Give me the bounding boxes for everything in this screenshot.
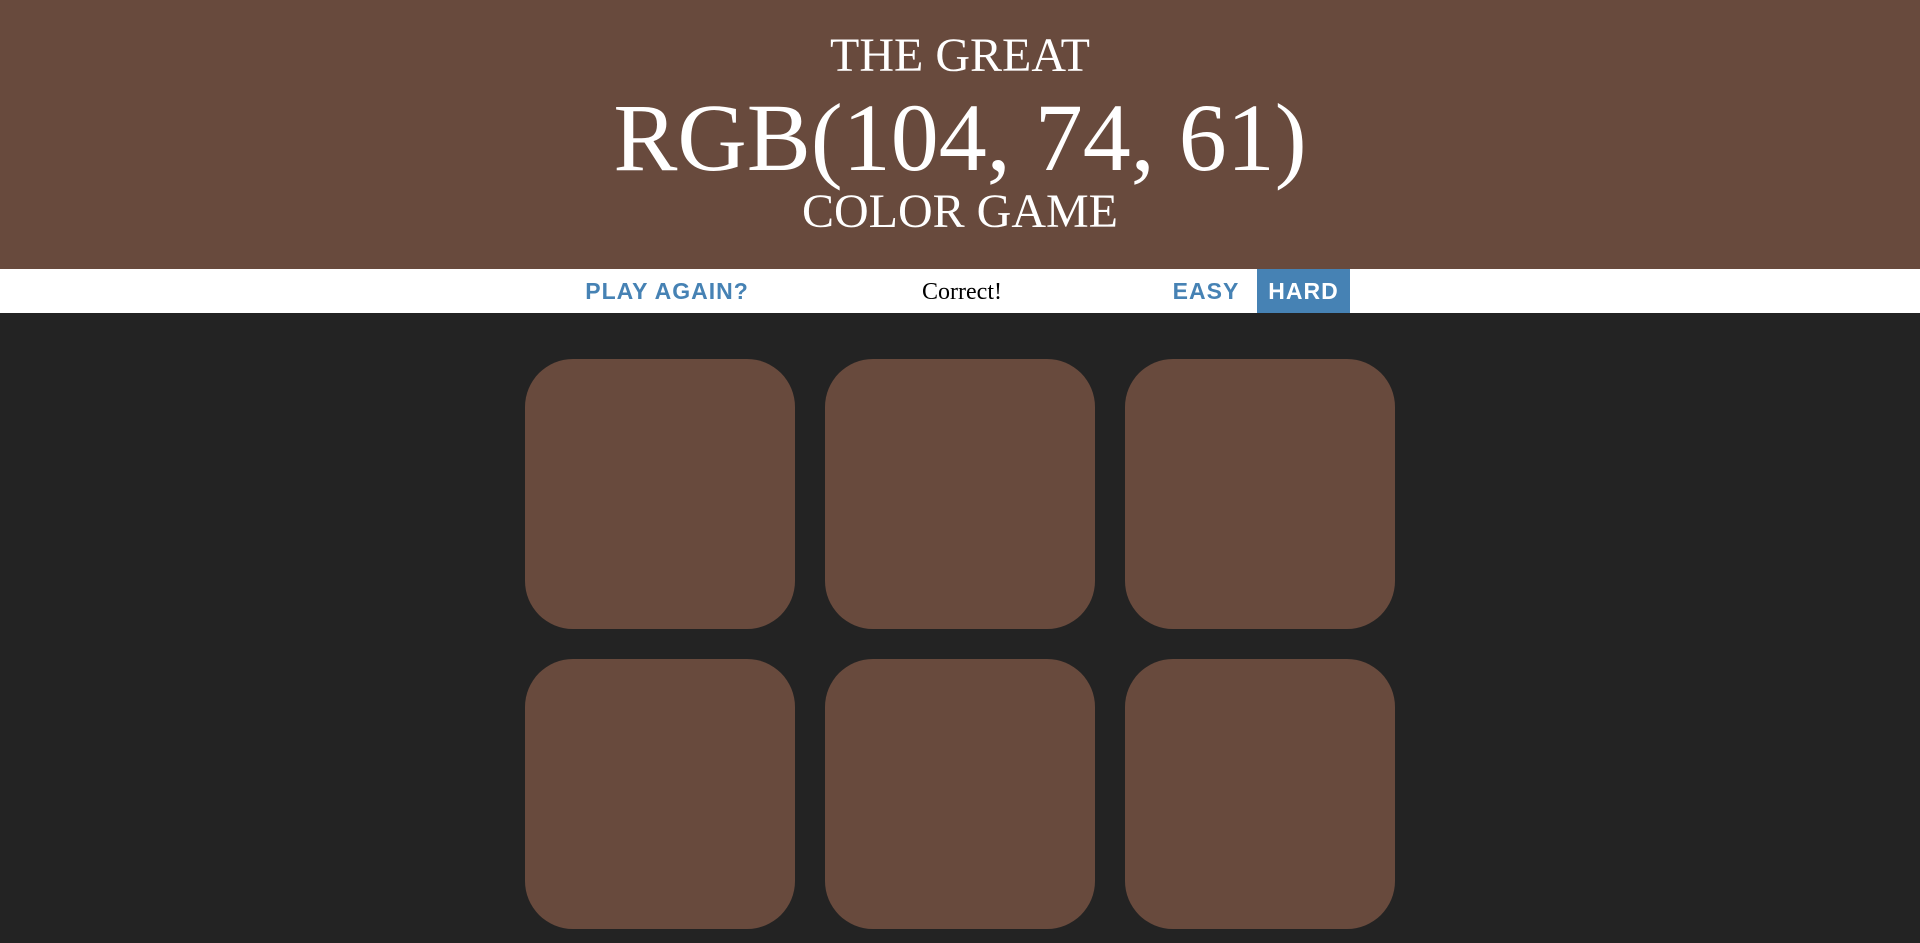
color-square[interactable] [1125,359,1395,629]
title-the-great: THE GREAT [830,29,1090,82]
color-square[interactable] [525,659,795,929]
color-square[interactable] [525,359,795,629]
color-square[interactable] [825,659,1095,929]
easy-mode-button[interactable]: EASY [1162,269,1250,313]
rgb-color-display: RGB(104, 74, 61) [613,84,1307,191]
control-stripe: PLAY AGAIN? Correct! EASY HARD [0,269,1920,313]
color-square[interactable] [1125,659,1395,929]
title-color-game: COLOR GAME [801,185,1118,238]
play-again-button[interactable]: PLAY AGAIN? [572,269,762,313]
header: THE GREAT RGB(104, 74, 61) COLOR GAME [0,0,1920,269]
hard-mode-button[interactable]: HARD [1257,269,1350,313]
color-square[interactable] [825,359,1095,629]
status-message: Correct! [922,279,1002,305]
